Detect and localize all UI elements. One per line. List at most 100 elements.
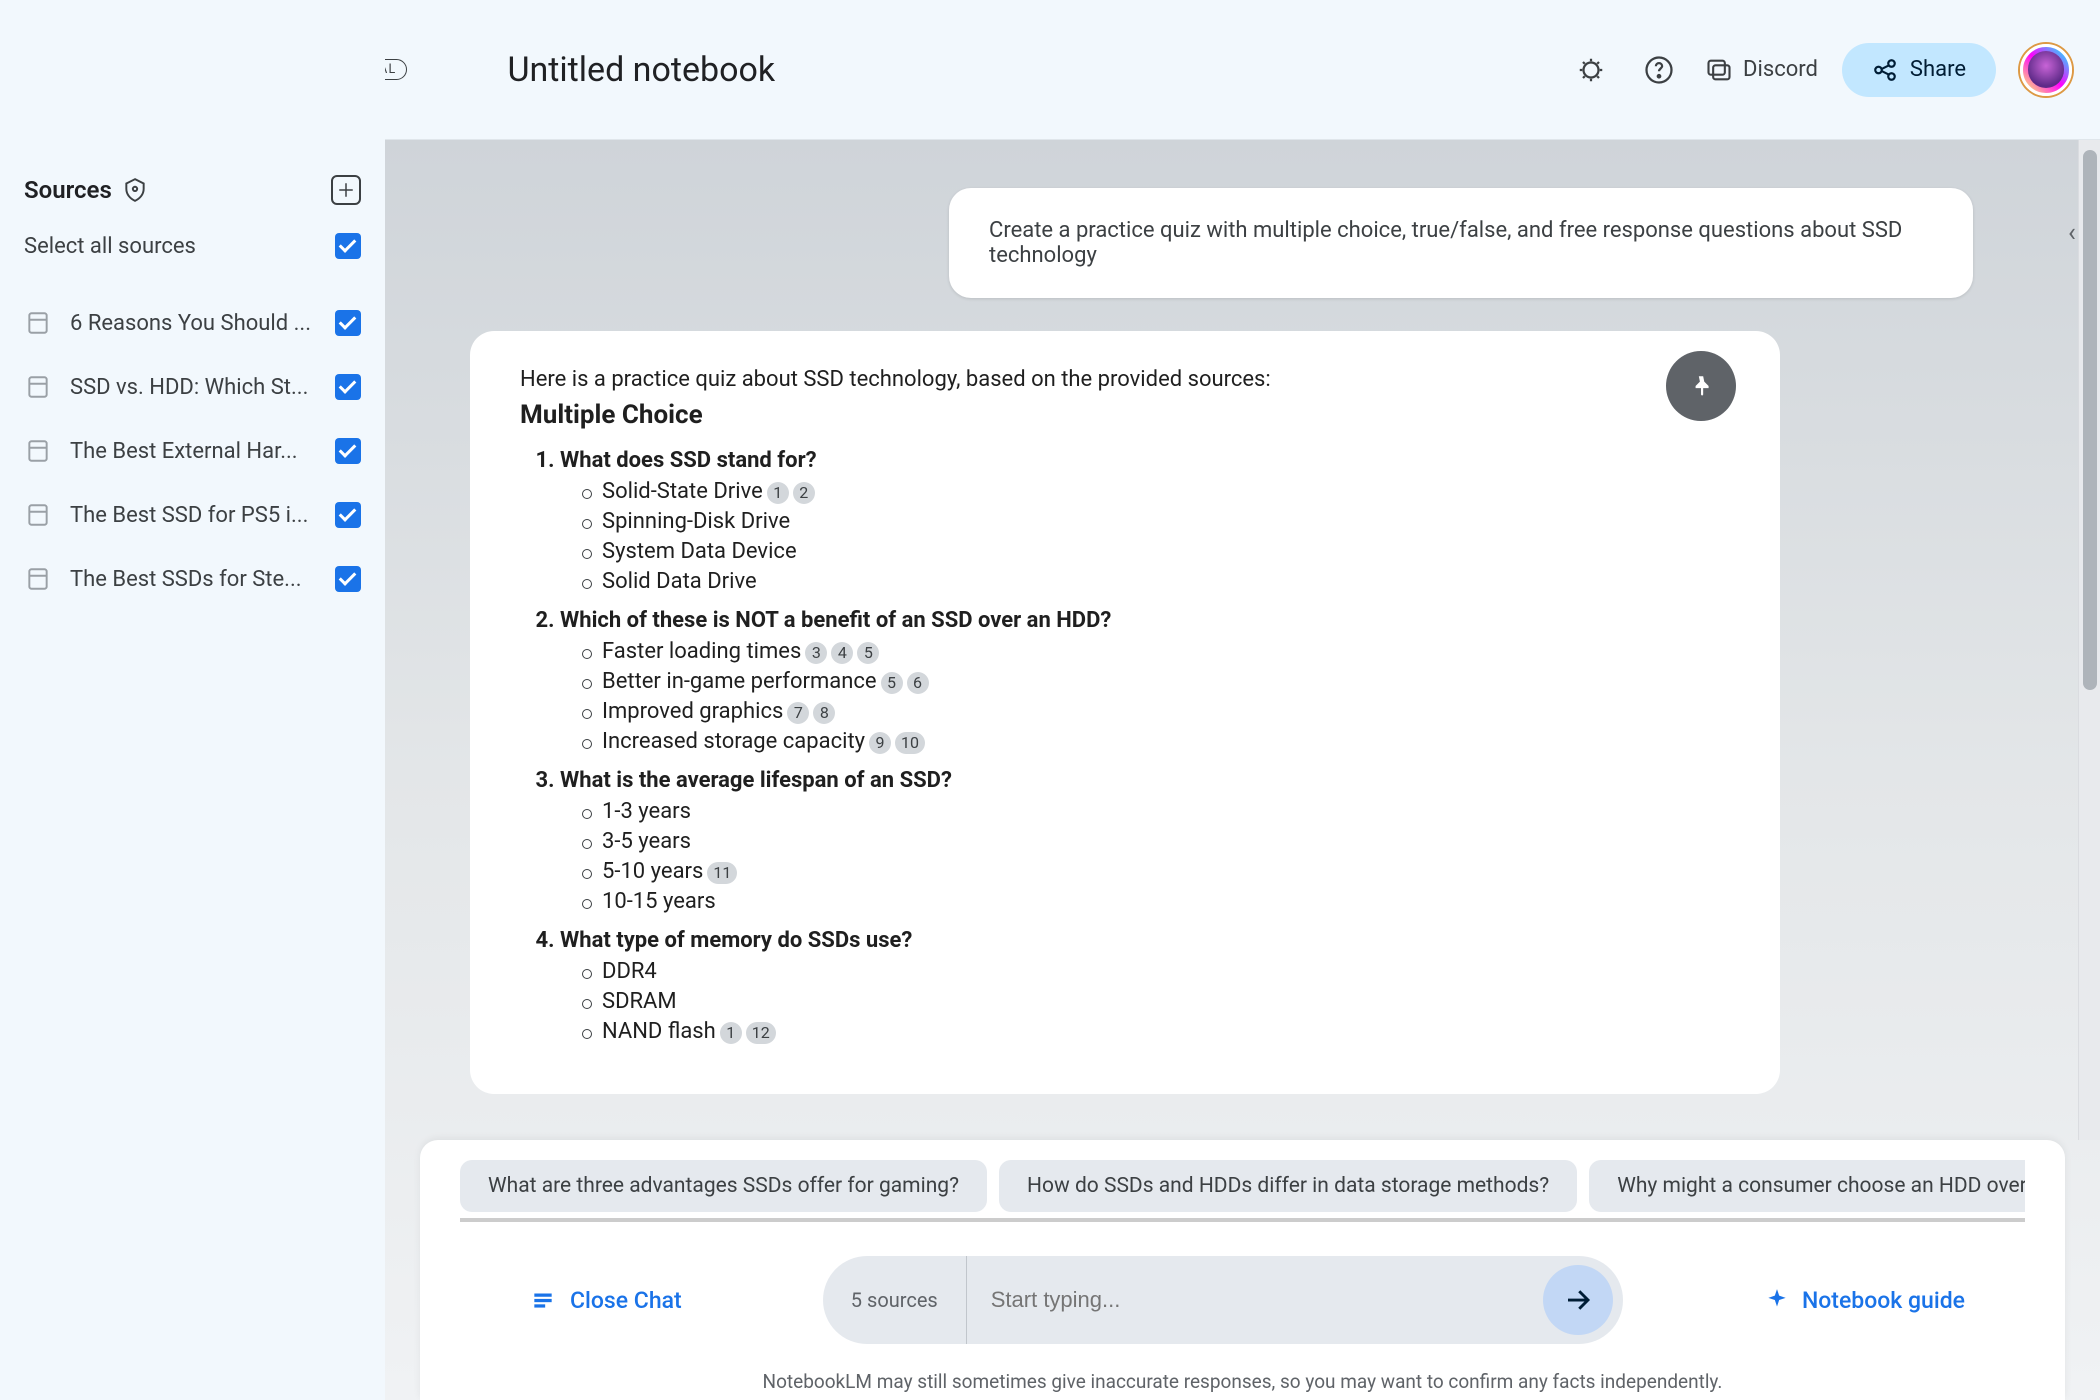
citation-badge[interactable]: 11 xyxy=(707,862,737,884)
source-row[interactable]: The Best SSDs for Ste... xyxy=(24,547,361,611)
quiz-question: What does SSD stand for? Solid-State Driv… xyxy=(560,448,1730,594)
quiz-option: Increased storage capacity910 xyxy=(582,729,1730,754)
source-checkbox[interactable] xyxy=(335,310,361,336)
source-title: SSD vs. HDD: Which St... xyxy=(70,375,317,400)
help-button[interactable] xyxy=(1637,48,1681,92)
citation-badge[interactable]: 1 xyxy=(720,1022,742,1044)
chat-input[interactable] xyxy=(967,1256,1543,1344)
options-list: DDR4SDRAMNAND flash112 xyxy=(582,959,1730,1044)
quiz-option: DDR4 xyxy=(582,959,1730,984)
quiz-option: Solid-State Drive12 xyxy=(582,479,1730,504)
quiz-option: Better in-game performance56 xyxy=(582,669,1730,694)
user-message: Create a practice quiz with multiple cho… xyxy=(949,188,1973,298)
quiz-option: 1-3 years xyxy=(582,799,1730,824)
question-text: What does SSD stand for? xyxy=(560,448,817,473)
notebook-guide-button[interactable]: Notebook guide xyxy=(1764,1287,1965,1314)
add-source-button[interactable] xyxy=(331,175,361,205)
citation-badge[interactable]: 4 xyxy=(831,642,853,664)
chat-input-pill: 5 sources xyxy=(823,1256,1623,1344)
privacy-icon xyxy=(122,177,148,203)
quiz-option: 3-5 years xyxy=(582,829,1730,854)
source-count-label[interactable]: 5 sources xyxy=(823,1256,967,1344)
source-row[interactable]: SSD vs. HDD: Which St... xyxy=(24,355,361,419)
bottom-panel: What are three advantages SSDs offer for… xyxy=(420,1140,2065,1400)
suggestion-row: What are three advantages SSDs offer for… xyxy=(460,1160,2025,1222)
source-row[interactable]: 6 Reasons You Should ... xyxy=(24,291,361,355)
sidebar-heading: Sources xyxy=(24,176,112,204)
citation-badge[interactable]: 10 xyxy=(895,732,925,754)
activity-icon xyxy=(1576,55,1606,85)
chat-scroll-area: Create a practice quiz with multiple cho… xyxy=(385,140,2078,1140)
pin-button[interactable] xyxy=(1666,351,1736,421)
citation-badge[interactable]: 12 xyxy=(746,1022,776,1044)
quiz-option: Improved graphics78 xyxy=(582,699,1730,724)
question-text: What is the average lifespan of an SSD? xyxy=(560,768,952,793)
source-doc-icon xyxy=(24,501,52,529)
source-title: The Best SSDs for Ste... xyxy=(70,567,317,592)
options-list: Solid-State Drive12Spinning-Disk DriveSy… xyxy=(582,479,1730,594)
close-chat-label: Close Chat xyxy=(570,1287,682,1314)
close-chat-button[interactable]: Close Chat xyxy=(530,1287,682,1314)
top-right: Discord Share xyxy=(1569,43,2072,97)
source-title: The Best External Har... xyxy=(70,439,317,464)
source-title: 6 Reasons You Should ... xyxy=(70,311,317,336)
help-icon xyxy=(1644,55,1674,85)
quiz-option: Spinning-Disk Drive xyxy=(582,509,1730,534)
source-row[interactable]: The Best External Har... xyxy=(24,419,361,483)
notebook-title[interactable]: Untitled notebook xyxy=(507,50,775,90)
citation-badge[interactable]: 1 xyxy=(767,482,789,504)
suggestion-chip[interactable]: What are three advantages SSDs offer for… xyxy=(460,1160,987,1212)
suggestion-chip[interactable]: How do SSDs and HDDs differ in data stor… xyxy=(999,1160,1577,1212)
select-all-row[interactable]: Select all sources xyxy=(24,233,361,259)
sources-list: 6 Reasons You Should ... SSD vs. HDD: Whi… xyxy=(24,291,361,611)
collapse-panel-tab[interactable]: ‹ xyxy=(2068,218,2084,254)
source-doc-icon xyxy=(24,309,52,337)
question-text: Which of these is NOT a benefit of an SS… xyxy=(560,608,1111,633)
notebook-guide-label: Notebook guide xyxy=(1802,1287,1965,1314)
source-checkbox[interactable] xyxy=(335,438,361,464)
pin-icon xyxy=(1688,373,1714,399)
source-row[interactable]: The Best SSD for PS5 i... xyxy=(24,483,361,547)
select-all-label: Select all sources xyxy=(24,234,196,259)
source-checkbox[interactable] xyxy=(335,374,361,400)
suggestion-chip[interactable]: Why might a consumer choose an HDD over … xyxy=(1589,1160,2025,1212)
plus-icon xyxy=(337,181,355,199)
share-button[interactable]: Share xyxy=(1842,43,1996,97)
discord-label: Discord xyxy=(1743,57,1818,82)
source-checkbox[interactable] xyxy=(335,566,361,592)
quiz-question: Which of these is NOT a benefit of an SS… xyxy=(560,608,1730,754)
citation-badge[interactable]: 8 xyxy=(813,702,835,724)
close-chat-icon xyxy=(530,1287,556,1313)
citation-badge[interactable]: 6 xyxy=(907,672,929,694)
citation-badge[interactable]: 2 xyxy=(793,482,815,504)
question-text: What type of memory do SSDs use? xyxy=(560,928,912,953)
quiz-list: What does SSD stand for? Solid-State Driv… xyxy=(560,448,1730,1044)
section-heading: Multiple Choice xyxy=(520,400,1730,430)
quiz-option: Faster loading times345 xyxy=(582,639,1730,664)
citation-badge[interactable]: 5 xyxy=(857,642,879,664)
scrollbar-track[interactable] xyxy=(2078,140,2100,1140)
main-area: Create a practice quiz with multiple cho… xyxy=(385,140,2100,1400)
select-all-checkbox[interactable] xyxy=(335,233,361,259)
citation-badge[interactable]: 9 xyxy=(869,732,891,754)
quiz-option: Solid Data Drive xyxy=(582,569,1730,594)
citation-badge[interactable]: 3 xyxy=(805,642,827,664)
ai-intro: Here is a practice quiz about SSD techno… xyxy=(520,367,1730,392)
scrollbar-thumb[interactable] xyxy=(2083,150,2097,690)
share-label: Share xyxy=(1910,57,1966,82)
quiz-option: SDRAM xyxy=(582,989,1730,1014)
ai-message: Here is a practice quiz about SSD techno… xyxy=(470,331,1780,1094)
options-list: 1-3 years3-5 years5-10 years1110-15 year… xyxy=(582,799,1730,914)
send-button[interactable] xyxy=(1543,1265,1613,1335)
citation-badge[interactable]: 7 xyxy=(787,702,809,724)
input-row: Close Chat 5 sources Notebook guide xyxy=(460,1256,2025,1344)
source-doc-icon xyxy=(24,373,52,401)
user-avatar[interactable] xyxy=(2020,44,2072,96)
disclaimer: NotebookLM may still sometimes give inac… xyxy=(460,1370,2025,1393)
source-doc-icon xyxy=(24,565,52,593)
activity-button[interactable] xyxy=(1569,48,1613,92)
citation-badge[interactable]: 5 xyxy=(881,672,903,694)
discord-link[interactable]: Discord xyxy=(1705,56,1818,84)
quiz-question: What is the average lifespan of an SSD? 1… xyxy=(560,768,1730,914)
source-checkbox[interactable] xyxy=(335,502,361,528)
